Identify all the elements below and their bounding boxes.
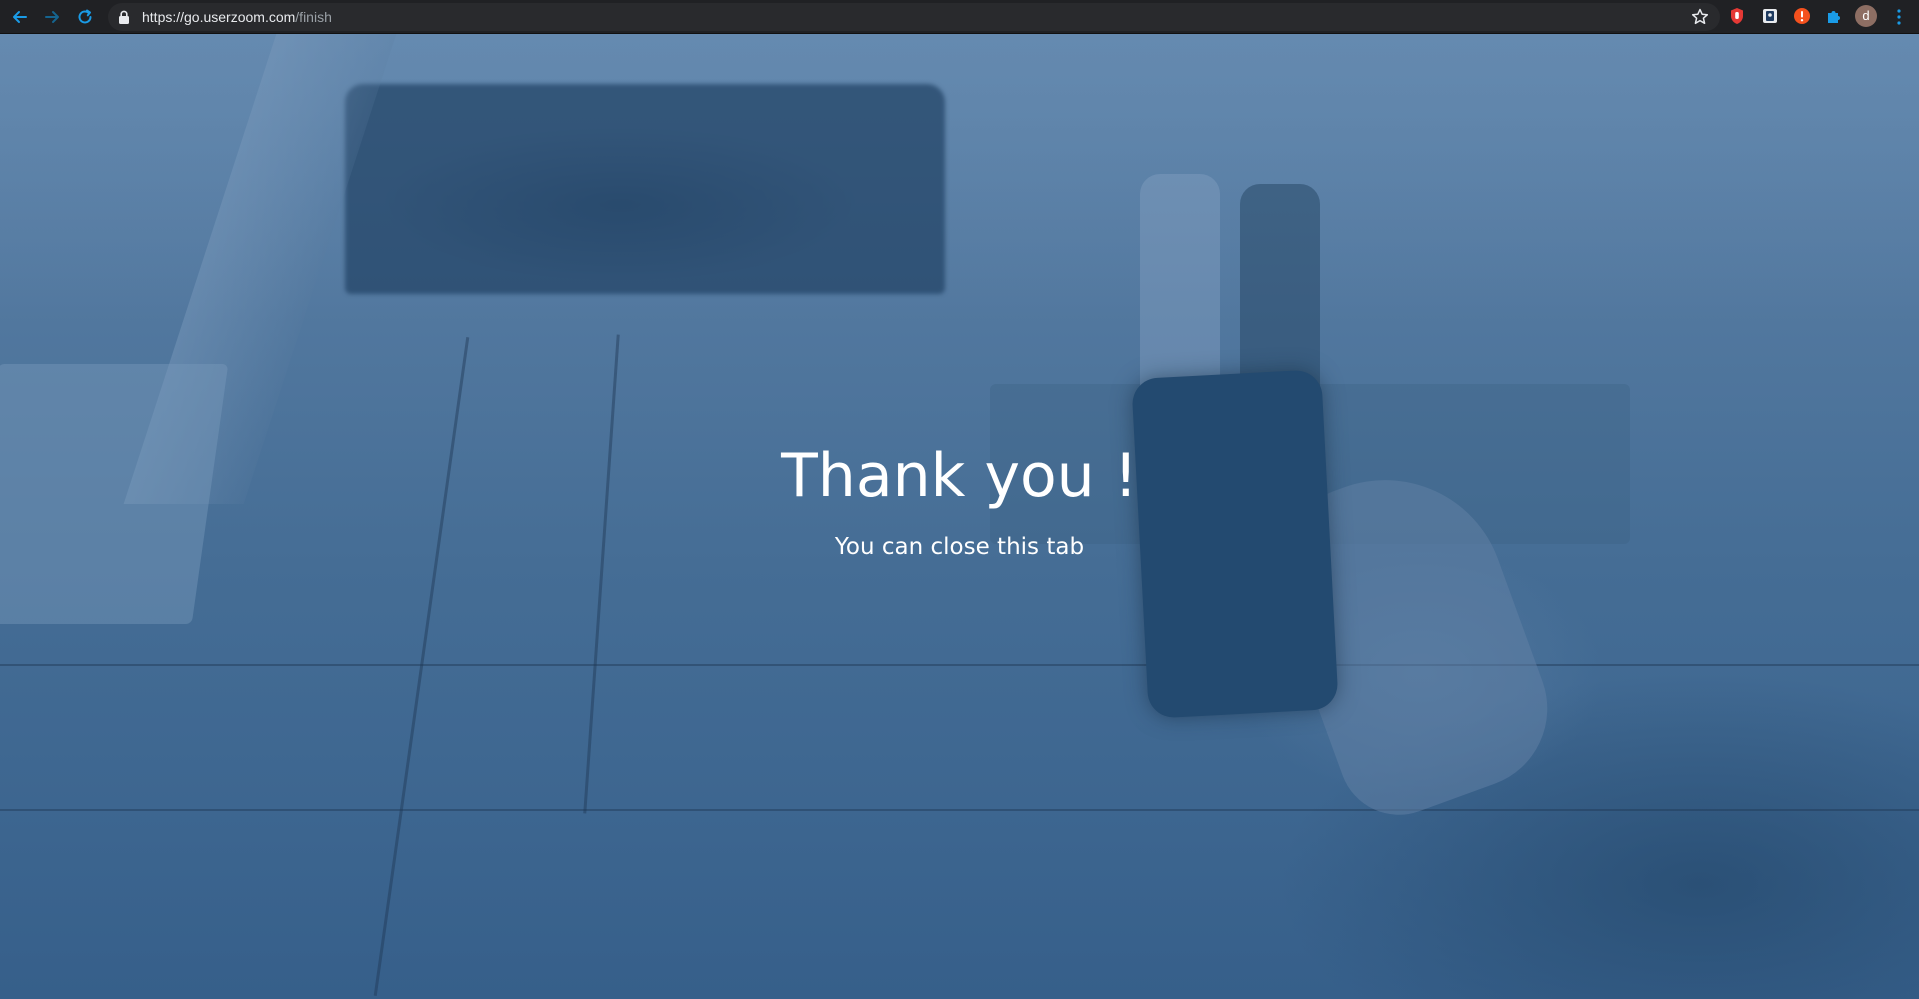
- forward-button[interactable]: [40, 5, 64, 29]
- background-table-seam: [0, 664, 1919, 666]
- kebab-menu-icon: [1897, 9, 1901, 25]
- blue-square-extension-button[interactable]: [1760, 6, 1780, 26]
- background-table-seam: [0, 809, 1919, 811]
- background-table-seam: [583, 334, 620, 814]
- page-title: Thank you !: [781, 441, 1138, 511]
- reload-button[interactable]: [73, 5, 97, 29]
- profile-avatar[interactable]: d: [1855, 5, 1877, 27]
- arrow-right-icon: [45, 11, 59, 23]
- url-path: /finish: [295, 9, 332, 25]
- orange-alert-extension-button[interactable]: [1792, 6, 1812, 26]
- lock-icon: [119, 10, 129, 24]
- extensions-button[interactable]: [1824, 6, 1844, 26]
- page-subtitle: You can close this tab: [834, 534, 1085, 560]
- red-hand-extension-icon: [1731, 8, 1743, 24]
- background-chair: [345, 84, 945, 294]
- puzzle-icon: [1828, 11, 1840, 23]
- thank-you-message: Thank you ! You can close this tab: [0, 434, 1919, 562]
- star-icon[interactable]: [1690, 7, 1710, 27]
- browser-menu-button[interactable]: [1887, 5, 1911, 29]
- url-text[interactable]: https://go.userzoom.com/finish: [142, 3, 332, 31]
- finish-page: Thank you ! You can close this tab: [0, 34, 1919, 999]
- background-salt-shaker: [1140, 174, 1220, 394]
- browser-toolbar: https://go.userzoom.com/finish d: [0, 0, 1919, 34]
- blue-square-extension-icon: [1763, 9, 1777, 23]
- address-bar[interactable]: https://go.userzoom.com/finish: [108, 3, 1720, 31]
- reload-icon: [78, 9, 92, 24]
- arrow-left-icon: [13, 11, 27, 23]
- url-host: https://go.userzoom.com: [142, 9, 296, 25]
- red-hand-extension-button[interactable]: [1727, 6, 1747, 26]
- back-button[interactable]: [8, 5, 32, 29]
- orange-alert-extension-icon: [1794, 8, 1810, 24]
